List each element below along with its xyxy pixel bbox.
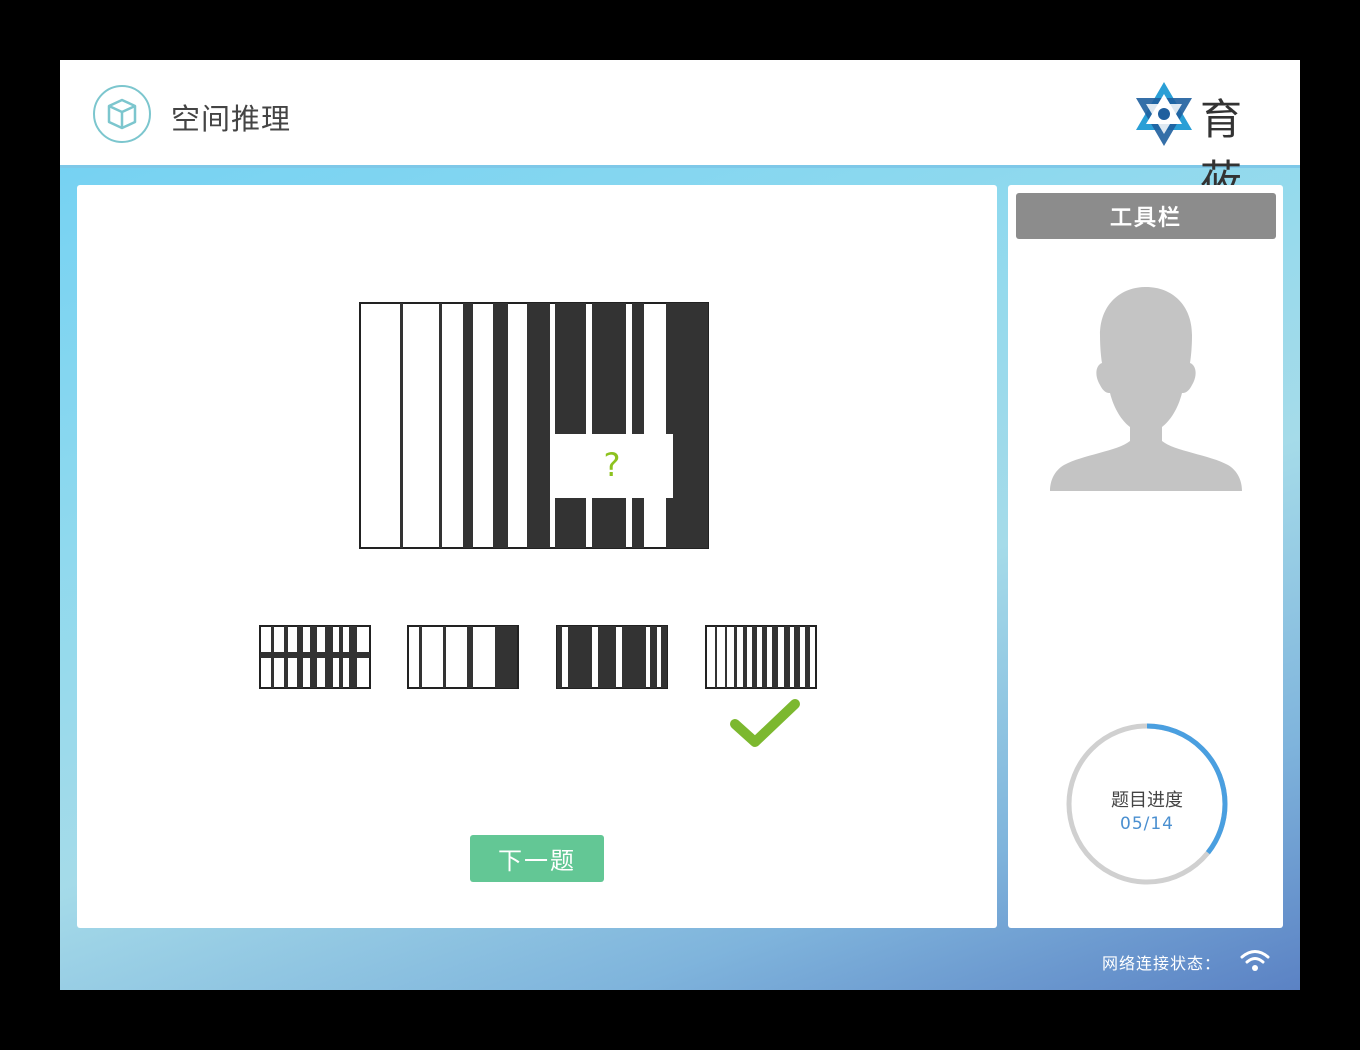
next-question-button[interactable]: 下一题 xyxy=(470,835,604,882)
option-c[interactable] xyxy=(556,625,668,689)
device-frame: 空间推理 育莜 ? 下一题 工具栏 题目进度 05/14 网络连接状态： xyxy=(0,0,1360,1050)
toolbar-title: 工具栏 xyxy=(1016,193,1276,239)
wifi-icon xyxy=(1240,950,1270,971)
user-silhouette-icon xyxy=(1050,287,1242,491)
page-title: 空间推理 xyxy=(171,102,292,136)
toolbar-panel: 工具栏 题目进度 05/14 xyxy=(1008,185,1283,928)
option-b[interactable] xyxy=(407,625,519,689)
question-progress: 题目进度 05/14 xyxy=(1065,722,1229,886)
question-panel: ? 下一题 xyxy=(77,185,997,928)
network-status-label: 网络连接状态： xyxy=(1102,954,1222,973)
puzzle-figure xyxy=(359,302,709,549)
cube-icon xyxy=(93,85,151,143)
header-bar: 空间推理 育莜 xyxy=(60,60,1300,205)
option-a[interactable] xyxy=(259,625,371,689)
missing-piece-placeholder: ? xyxy=(603,446,621,484)
app-screen: 空间推理 育莜 ? 下一题 工具栏 题目进度 05/14 网络连接状态： xyxy=(60,60,1300,990)
progress-value: 05/14 xyxy=(1120,814,1174,834)
option-d[interactable] xyxy=(705,625,817,689)
progress-label: 题目进度 xyxy=(1111,790,1183,811)
brand-logo: 育莜 xyxy=(1132,80,1282,205)
star-logo-icon xyxy=(1136,82,1192,146)
correct-check-icon xyxy=(730,699,800,747)
